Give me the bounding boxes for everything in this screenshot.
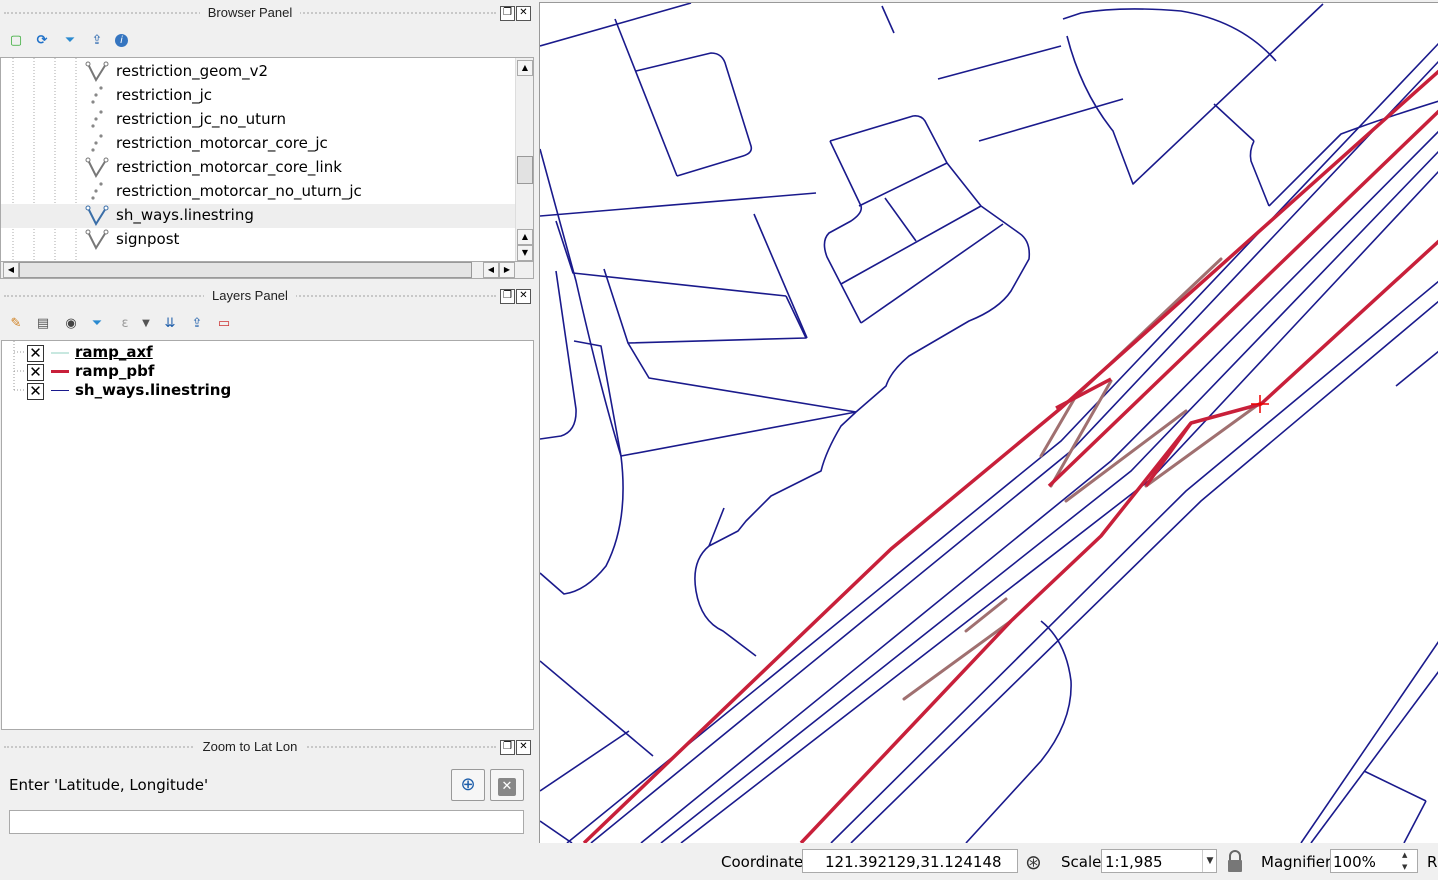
status-bar: Coordinate 121.392129,31.124148 ⊛ Scale … xyxy=(540,845,1438,880)
map-canvas[interactable] xyxy=(539,2,1438,843)
scale-dropdown-arrow-icon[interactable]: ▼ xyxy=(1202,850,1217,872)
scroll-down-arrow[interactable]: ▼ xyxy=(517,245,533,261)
layer-symbol xyxy=(51,370,69,373)
info-icon[interactable]: i xyxy=(115,34,128,47)
layer-symbol xyxy=(51,390,69,391)
layer-visibility-checkbox[interactable]: ✕ xyxy=(27,345,44,362)
close-panel-button[interactable]: ✕ xyxy=(516,6,531,21)
tree-vertical-scrollbar[interactable]: ▲ ▲ ▼ xyxy=(515,58,533,262)
tree-item[interactable]: signpost xyxy=(1,228,515,252)
tree-item[interactable]: restriction_motorcar_core_link xyxy=(1,156,515,180)
scroll-right-arrow[interactable]: ▶ xyxy=(499,262,515,278)
point-layer-icon xyxy=(91,182,103,200)
tree-item-label: restriction_geom_v2 xyxy=(116,62,269,80)
spin-down-arrow-icon[interactable]: ▼ xyxy=(1402,863,1407,871)
expand-all-icon[interactable]: ⇊ xyxy=(161,315,179,333)
scale-label: Scale xyxy=(1061,853,1102,871)
float-panel-button[interactable]: ❐ xyxy=(500,6,515,21)
filter-icon[interactable]: ⏷ xyxy=(61,32,79,50)
layer-item[interactable]: ✕ ramp_pbf xyxy=(2,362,522,381)
float-panel-button[interactable]: ❐ xyxy=(500,740,515,755)
layer-name: sh_ways.linestring xyxy=(75,381,232,399)
line-layer-icon xyxy=(85,157,109,179)
map-svg[interactable] xyxy=(540,3,1438,843)
zoom-in-magnifier-icon: ⊕ xyxy=(460,774,476,795)
layer-name: ramp_axf xyxy=(75,343,153,361)
tree-item[interactable]: restriction_jc_no_uturn xyxy=(1,108,515,132)
tree-item-label: sh_ways.linestring xyxy=(116,206,254,224)
close-panel-button[interactable]: ✕ xyxy=(516,740,531,755)
mouse-toggle-icon[interactable]: ⊛ xyxy=(1025,850,1042,874)
layer-item[interactable]: ✕ ramp_axf xyxy=(2,343,522,362)
scroll-left-arrow[interactable]: ◀ xyxy=(3,262,19,278)
add-group-icon[interactable]: ▤ xyxy=(34,315,52,333)
layers-panel-title-text: Layers Panel xyxy=(204,288,296,303)
layer-visibility-checkbox[interactable]: ✕ xyxy=(27,383,44,400)
scroll-left-arrow[interactable]: ◀ xyxy=(483,262,499,278)
line-layer-icon xyxy=(85,229,109,251)
highway-lines xyxy=(566,42,1438,843)
layer-name: ramp_pbf xyxy=(75,362,155,380)
add-layer-icon[interactable]: ▢ xyxy=(7,32,25,50)
tree-item-label: signpost xyxy=(116,230,180,248)
remove-layer-icon[interactable]: ▭ xyxy=(215,315,233,333)
zoom-panel-title-text: Zoom to Lat Lon xyxy=(194,739,306,754)
line-layer-icon xyxy=(85,61,109,83)
tree-item-selected[interactable]: sh_ways.linestring xyxy=(1,204,515,228)
tree-item-label: restriction_jc xyxy=(116,86,212,104)
tree-item-label: restriction_jc_no_uturn xyxy=(116,110,286,128)
tree-item-label: restriction_motorcar_core_jc xyxy=(116,134,328,152)
tree-item[interactable]: restriction_motorcar_core_jc xyxy=(1,132,515,156)
browser-tree[interactable]: restriction_geom_v2 restriction_jc restr… xyxy=(0,57,534,263)
ramp-lines xyxy=(582,69,1438,843)
dropdown-arrow-icon[interactable]: ▼ xyxy=(137,315,155,333)
layer-visibility-checkbox[interactable]: ✕ xyxy=(27,364,44,381)
road-network xyxy=(540,3,1438,843)
ramp-outlines xyxy=(902,257,1261,701)
layer-symbol xyxy=(51,352,69,354)
clear-x-icon: ✕ xyxy=(498,778,516,796)
browser-panel-title: Browser Panel xyxy=(0,2,500,24)
tree-item[interactable]: restriction_motorcar_no_uturn_jc xyxy=(1,180,515,204)
tree-item-label: restriction_motorcar_no_uturn_jc xyxy=(116,182,362,200)
collapse-all-icon[interactable]: ⇪ xyxy=(88,32,106,50)
point-layer-icon xyxy=(91,110,103,128)
close-panel-button[interactable]: ✕ xyxy=(516,289,531,304)
point-layer-icon xyxy=(91,134,103,152)
zoom-to-button[interactable]: ⊕ xyxy=(451,769,485,801)
scroll-up-arrow[interactable]: ▲ xyxy=(517,60,533,76)
tree-horizontal-scrollbar[interactable]: ◀ ◀ ▶ xyxy=(0,261,534,279)
style-brush-icon[interactable]: ✎ xyxy=(7,315,25,333)
clear-button[interactable]: ✕ xyxy=(490,769,524,801)
zoom-prompt-label: Enter 'Latitude, Longitude' xyxy=(9,776,209,794)
collapse-all-icon[interactable]: ⇪ xyxy=(188,315,206,333)
layer-item[interactable]: ✕ sh_ways.linestring xyxy=(2,381,522,400)
spin-up-arrow-icon[interactable]: ▲ xyxy=(1402,851,1407,859)
tree-item[interactable]: restriction_jc xyxy=(1,84,515,108)
tree-item-label: restriction_motorcar_core_link xyxy=(116,158,342,176)
scale-combo[interactable]: 1:1,985 xyxy=(1101,849,1217,873)
filter-expression-icon[interactable]: ε xyxy=(116,315,134,333)
magnifier-label: Magnifier xyxy=(1261,853,1332,871)
lock-scale-icon[interactable] xyxy=(1226,850,1242,872)
float-panel-button[interactable]: ❐ xyxy=(500,289,515,304)
zoom-panel-title: Zoom to Lat Lon xyxy=(0,736,500,758)
tree-item[interactable]: restriction_geom_v2 xyxy=(1,60,515,84)
coordinate-field[interactable]: 121.392129,31.124148 xyxy=(802,849,1018,873)
coordinate-label: Coordinate xyxy=(721,853,804,871)
refresh-icon[interactable]: ⟳ xyxy=(33,32,51,50)
render-label: R xyxy=(1427,853,1438,871)
filter-legend-icon[interactable]: ⏷ xyxy=(88,315,106,333)
layers-tree[interactable]: ✕ ramp_axf ✕ ramp_pbf ✕ sh_ways.linestri… xyxy=(1,340,534,730)
line-layer-icon xyxy=(85,205,109,227)
scroll-up-arrow[interactable]: ▲ xyxy=(517,229,533,245)
lat-lon-input[interactable] xyxy=(9,810,524,834)
browser-panel-title-text: Browser Panel xyxy=(199,5,301,20)
visibility-eye-icon[interactable]: ◉ xyxy=(62,315,80,333)
scroll-thumb[interactable] xyxy=(19,262,472,278)
layers-panel-title: Layers Panel xyxy=(0,285,500,307)
point-layer-icon xyxy=(91,86,103,104)
scroll-thumb[interactable] xyxy=(517,156,533,184)
